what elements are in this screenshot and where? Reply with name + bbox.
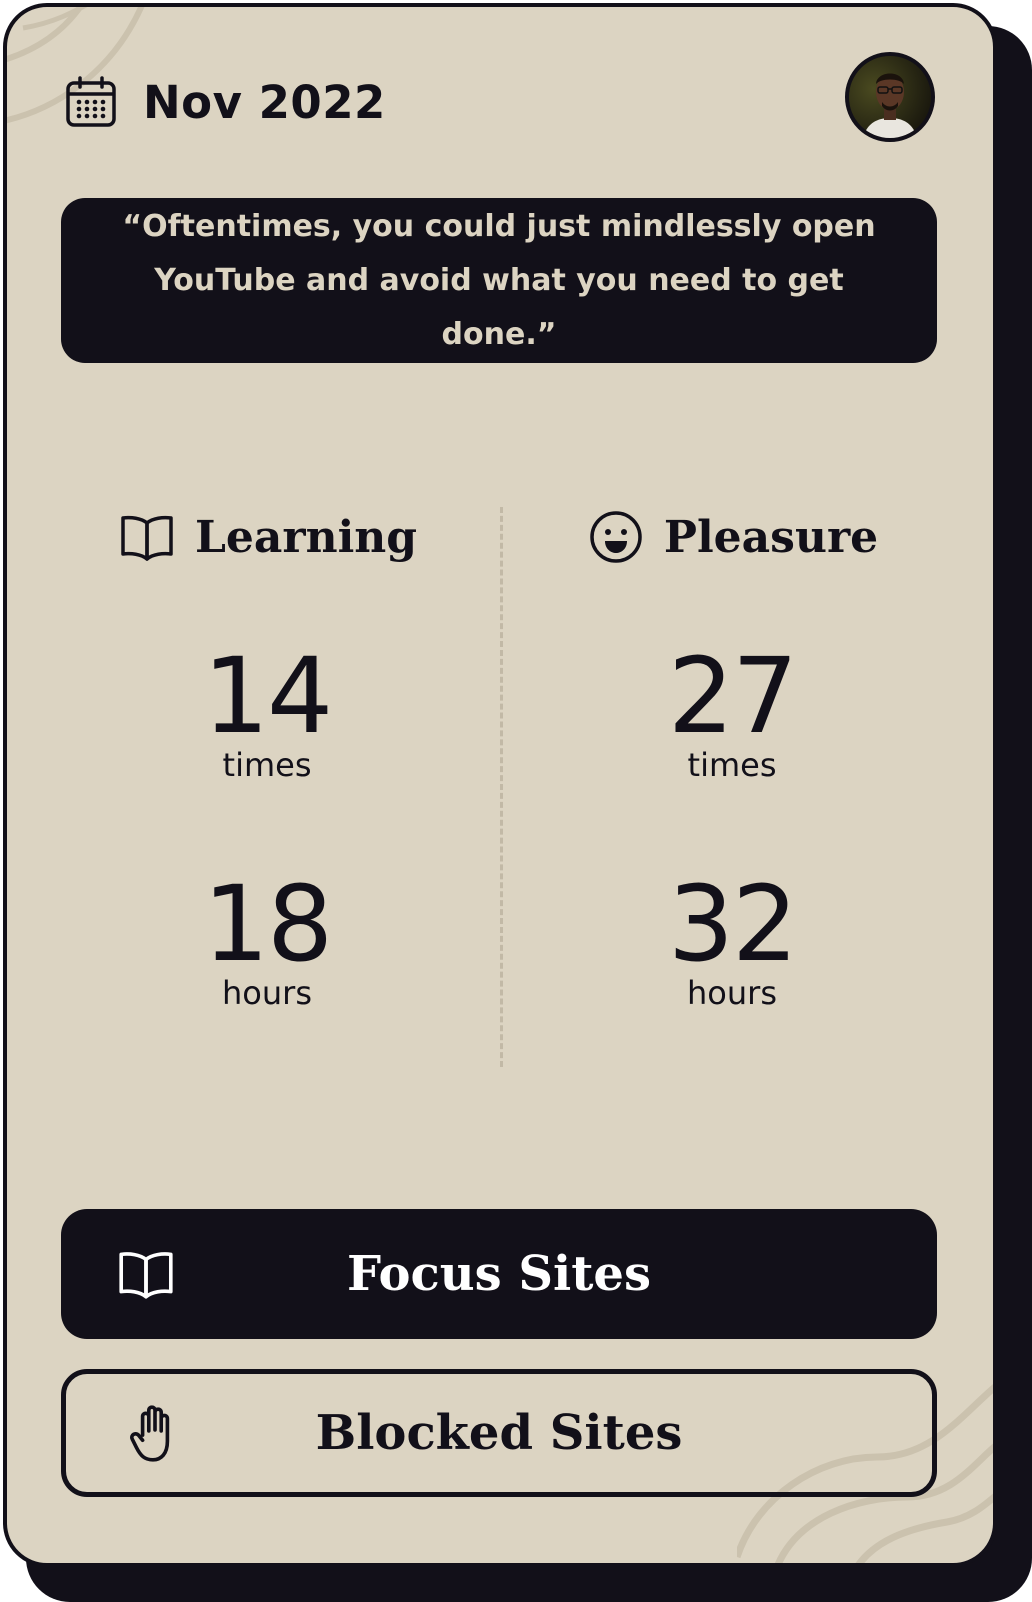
hand-stop-icon [130, 1405, 170, 1462]
pleasure-hours-unit: hours [687, 974, 777, 1012]
pleasure-times-unit: times [687, 746, 777, 784]
quote-text: “Oftentimes, you could just mindlessly o… [122, 208, 876, 352]
learning-times: 14 times [47, 641, 487, 785]
learning-label: Learning [194, 511, 418, 563]
calendar-icon[interactable] [65, 76, 117, 128]
learning-times-unit: times [222, 746, 312, 784]
pleasure-times: 27 times [512, 641, 952, 785]
learning-times-value: 14 [202, 635, 333, 757]
column-divider [500, 507, 503, 1067]
learning-stats: Learning 14 times 18 hours [47, 497, 487, 1013]
avatar-portrait [849, 56, 931, 138]
header: Nov 2022 [65, 67, 386, 137]
pleasure-header: Pleasure [512, 497, 952, 577]
focus-sites-label: Focus Sites [347, 1246, 651, 1302]
pleasure-times-value: 27 [667, 635, 798, 757]
blocked-sites-button[interactable]: Blocked Sites [61, 1369, 937, 1497]
smile-icon [590, 511, 642, 563]
month-title: Nov 2022 [143, 75, 386, 129]
user-avatar[interactable] [845, 52, 935, 142]
pleasure-label: Pleasure [663, 511, 879, 563]
pleasure-stats: Pleasure 27 times 32 hours [512, 497, 952, 1013]
book-open-icon [119, 1252, 173, 1299]
pleasure-hours-value: 32 [667, 863, 798, 985]
learning-hours-value: 18 [202, 863, 333, 985]
book-open-icon [121, 515, 173, 561]
learning-header: Learning [47, 497, 487, 577]
stats-card: Nov 2022 “Oftentimes, you could just min… [3, 3, 997, 1567]
quote-banner: “Oftentimes, you could just mindlessly o… [61, 198, 937, 363]
learning-hours-unit: hours [222, 974, 312, 1012]
focus-sites-button[interactable]: Focus Sites [61, 1209, 937, 1339]
pleasure-hours: 32 hours [512, 869, 952, 1013]
learning-hours: 18 hours [47, 869, 487, 1013]
blocked-sites-label: Blocked Sites [315, 1405, 683, 1461]
